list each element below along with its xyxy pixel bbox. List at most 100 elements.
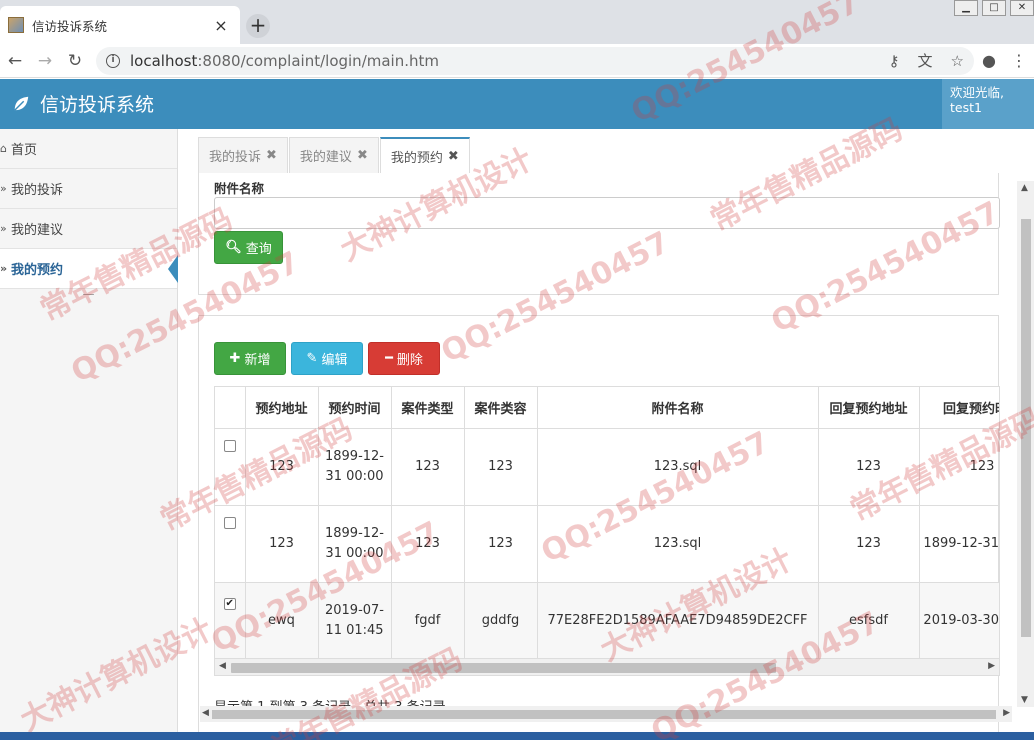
os-taskbar xyxy=(0,732,1034,740)
browser-tab-strip: 信访投诉系统 × + ▁ □ ✕ xyxy=(0,0,1034,44)
browser-tab-title: 信访投诉系统 xyxy=(32,18,108,34)
sidebar: ⌂ 首页 » 我的投诉 » 我的建议 » 我的预约 — xyxy=(0,129,178,740)
scroll-right-icon[interactable]: ▶ xyxy=(1003,708,1010,718)
home-icon: ⌂ xyxy=(0,142,7,155)
query-button[interactable]: 🔍︎ 查询 xyxy=(214,231,283,264)
sidebar-item-home[interactable]: ⌂ 首页 xyxy=(0,129,177,169)
new-tab-button[interactable]: + xyxy=(246,14,270,38)
column-header[interactable]: 案件类容 xyxy=(464,387,538,429)
row-checkbox-cell: ✔ xyxy=(215,582,246,660)
brand[interactable]: 信访投诉系统 xyxy=(12,90,154,117)
content-tabs: 我的投诉 ✖ 我的建议 ✖ 我的预约 ✖ xyxy=(198,137,471,174)
table-row[interactable]: ✔ ewq 2019-07-11 01:45 fgdf gddfg 77E28F… xyxy=(215,582,999,660)
table-cell: esfsdf xyxy=(818,582,920,660)
brand-title: 信访投诉系统 xyxy=(40,94,155,116)
table-cell: 123 xyxy=(245,505,319,583)
table-cell: 1899-12-31 00:00 xyxy=(919,505,999,583)
double-angle-icon: » xyxy=(0,182,7,195)
browser-tab-close-icon[interactable]: × xyxy=(212,16,230,35)
sidebar-item-complaints[interactable]: » 我的投诉 xyxy=(0,169,177,209)
row-checkbox-cell xyxy=(215,428,246,506)
table-cell: 123 xyxy=(245,428,319,506)
table-cell: 2019-07-11 01:45 xyxy=(318,582,392,660)
app-header: 信访投诉系统 欢迎光临, test1 xyxy=(0,79,1034,129)
double-angle-icon: » xyxy=(0,262,8,275)
table-header-row: 预约地址 预约时间 案件类型 案件类容 附件名称 回复预约地址 回复预约时间 xyxy=(215,387,999,429)
table-cell: 123.sql xyxy=(537,428,819,506)
scroll-left-icon[interactable]: ◀ xyxy=(219,661,226,671)
translate-icon[interactable]: 文 xyxy=(918,50,933,71)
data-grid: 预约地址 预约时间 案件类型 案件类容 附件名称 回复预约地址 回复预约时间 1… xyxy=(214,386,1000,676)
browser-tab[interactable]: 信访投诉系统 × xyxy=(0,6,240,44)
info-icon[interactable]: i xyxy=(106,53,120,68)
plus-icon: ✚ xyxy=(229,351,241,366)
row-checkbox-cell xyxy=(215,505,246,583)
appointments-table: 预约地址 预约时间 案件类型 案件类容 附件名称 回复预约地址 回复预约时间 1… xyxy=(215,387,999,660)
tab-close-icon[interactable]: ✖ xyxy=(448,149,459,164)
column-header[interactable]: 案件类型 xyxy=(391,387,465,429)
table-cell: 123 xyxy=(464,428,538,506)
edit-icon: ✎ xyxy=(306,351,318,366)
table-row[interactable]: 123 1899-12-31 00:00 123 123 123.sql 123… xyxy=(215,428,999,506)
leaf-icon xyxy=(14,96,29,111)
scrollbar-thumb[interactable] xyxy=(212,710,996,719)
list-panel: ✚ 新增 ✎ 编辑 ━ 删除 预约地址 预约时间 案件类型 案件类容 附件名称 … xyxy=(198,315,1000,740)
add-button[interactable]: ✚ 新增 xyxy=(214,342,286,375)
table-cell: 77E28FE2D1589AFAAE7D94859DE2CFF xyxy=(537,582,819,660)
key-icon[interactable]: ⚷ xyxy=(889,52,900,70)
minimize-icon[interactable]: ▁ xyxy=(954,0,978,16)
row-checkbox-checked[interactable]: ✔ xyxy=(223,597,236,610)
table-cell: 123 xyxy=(818,428,920,506)
scrollbar-thumb[interactable] xyxy=(1021,219,1031,637)
column-header[interactable]: 预约地址 xyxy=(245,387,319,429)
welcome-user[interactable]: 欢迎光临, test1 xyxy=(942,79,1034,129)
tab-my-appointments[interactable]: 我的预约 ✖ xyxy=(379,137,470,174)
table-cell: 123 xyxy=(391,428,465,506)
scrollbar-thumb[interactable] xyxy=(231,663,776,673)
url-input[interactable]: i localhost:8080/complaint/login/main.ht… xyxy=(96,46,974,75)
attachment-name-label: 附件名称 xyxy=(214,181,265,196)
minus-icon: ━ xyxy=(385,351,393,366)
search-panel: 附件名称 🔍︎ 查询 xyxy=(198,173,1000,295)
forward-icon[interactable]: → xyxy=(30,51,60,71)
sidebar-item-appointments[interactable]: » 我的预约 xyxy=(0,249,178,289)
tab-my-complaints[interactable]: 我的投诉 ✖ xyxy=(198,137,288,173)
table-cell: gddfg xyxy=(464,582,538,660)
sidebar-collapse-toggle[interactable]: — xyxy=(0,288,177,307)
table-cell: 123.sql xyxy=(537,505,819,583)
attachment-name-input[interactable] xyxy=(214,197,1000,229)
scroll-down-icon[interactable]: ▼ xyxy=(1021,695,1028,705)
scroll-left-icon[interactable]: ◀ xyxy=(202,708,209,718)
scroll-up-icon[interactable]: ▲ xyxy=(1021,183,1028,193)
table-row[interactable]: 123 1899-12-31 00:00 123 123 123.sql 123… xyxy=(215,505,999,583)
content-vertical-scrollbar[interactable]: ▲ ▼ xyxy=(1017,181,1034,707)
scroll-right-icon[interactable]: ▶ xyxy=(988,661,995,671)
main-content: 我的投诉 ✖ 我的建议 ✖ 我的预约 ✖ 附件名称 🔍︎ 查询 ✚ 新增 ✎ 编辑 ━ 删除 xyxy=(178,129,1034,740)
address-bar: ← → ↻ i localhost:8080/complaint/login/m… xyxy=(0,44,1034,78)
column-header[interactable]: 回复预约时间 xyxy=(919,387,999,429)
table-cell: fgdf xyxy=(391,582,465,660)
menu-icon[interactable]: ⋮ xyxy=(1004,51,1034,70)
back-icon[interactable]: ← xyxy=(0,51,30,71)
star-icon[interactable]: ☆ xyxy=(951,52,964,70)
tab-my-suggestions[interactable]: 我的建议 ✖ xyxy=(288,137,379,173)
content-horizontal-scrollbar[interactable]: ◀ ▶ xyxy=(200,706,1012,722)
reload-icon[interactable]: ↻ xyxy=(60,51,90,71)
column-header[interactable]: 附件名称 xyxy=(537,387,819,429)
edit-button[interactable]: ✎ 编辑 xyxy=(291,342,363,375)
tab-close-icon[interactable]: ✖ xyxy=(357,148,368,163)
row-checkbox[interactable] xyxy=(223,516,236,529)
delete-button[interactable]: ━ 删除 xyxy=(368,342,440,375)
row-checkbox[interactable] xyxy=(223,439,236,452)
column-header[interactable]: 预约时间 xyxy=(318,387,392,429)
table-cell: 1899-12-31 00:00 xyxy=(318,505,392,583)
sidebar-item-suggestions[interactable]: » 我的建议 xyxy=(0,209,177,249)
profile-icon[interactable]: ● xyxy=(974,51,1004,70)
url-text: localhost:8080/complaint/login/main.htm xyxy=(130,51,439,70)
tab-close-icon[interactable]: ✖ xyxy=(266,148,277,163)
table-horizontal-scrollbar[interactable]: ◀ ▶ xyxy=(215,658,999,675)
maximize-icon[interactable]: □ xyxy=(982,0,1006,16)
column-header[interactable]: 回复预约地址 xyxy=(818,387,920,429)
table-cell: 2019-03-30 14:17 xyxy=(919,582,999,660)
window-close-icon[interactable]: ✕ xyxy=(1010,0,1034,16)
